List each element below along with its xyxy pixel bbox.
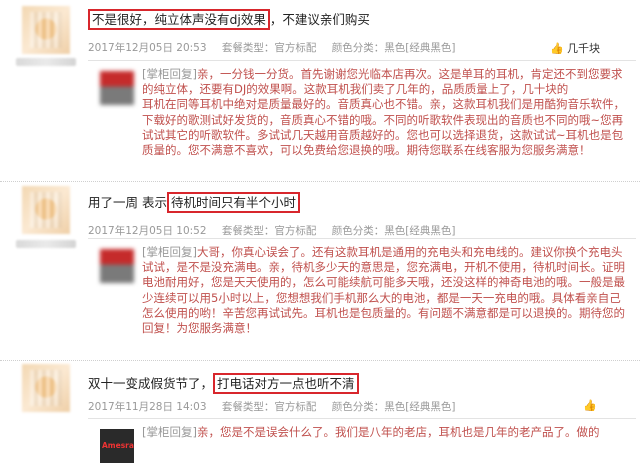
comment-highlight: 待机时间只有半个小时: [166, 192, 300, 213]
comment-text: 用了一周 表示: [88, 195, 167, 210]
color-label: 颜色分类：黑色[经典黑色]: [331, 42, 456, 54]
like-count: 几千块: [567, 42, 600, 55]
review-date: 2017年11月28日 14:03: [88, 401, 207, 413]
reply-body: 大哥，你真心误会了。还有这款耳机是通用的充电头和充电线的。建议你换个充电头试试，…: [142, 245, 625, 336]
thumb-up-icon: 👍: [550, 42, 564, 55]
review-divider: [0, 360, 640, 361]
reply-tag: [掌柜回复]: [142, 245, 197, 259]
comment-text: ，不建议亲们购买: [269, 12, 370, 27]
user-avatar[interactable]: [22, 364, 70, 412]
review-comment: 不是很好，纯立体声没有dj效果 ，不建议亲们购买: [88, 9, 370, 30]
seller-avatar: [100, 249, 134, 283]
like-button[interactable]: 👍 几千块: [550, 40, 600, 56]
review-date: 2017年12月05日 10:52: [88, 225, 207, 237]
like-button[interactable]: 👍: [583, 399, 600, 412]
review-date: 2017年12月05日 20:53: [88, 42, 207, 54]
review-meta: 2017年12月05日 10:52 套餐类型：官方标配 颜色分类：黑色[经典黑色…: [88, 223, 467, 238]
reply-body: 亲，一分钱一分货。首先谢谢您光临本店再次。这是单耳的耳机，肯定还不到您要求的纯立…: [142, 67, 625, 158]
user-avatar[interactable]: [22, 186, 70, 234]
reply-tag: [掌柜回复]: [142, 67, 197, 81]
service-label: 套餐类型：官方标配: [221, 401, 317, 413]
review-meta: 2017年12月05日 20:53 套餐类型：官方标配 颜色分类：黑色[经典黑色…: [88, 40, 467, 55]
review-comment: 用了一周 表示 待机时间只有半个小时: [88, 192, 300, 213]
username-blurred: [16, 58, 76, 66]
thumb-up-icon: 👍: [583, 399, 597, 412]
color-label: 颜色分类：黑色[经典黑色]: [331, 225, 456, 237]
service-label: 套餐类型：官方标配: [221, 225, 317, 237]
reply-tag: [掌柜回复]: [142, 425, 197, 439]
seller-reply: [掌柜回复]大哥，你真心误会了。还有这款耳机是通用的充电头和充电线的。建议你换个…: [88, 238, 636, 351]
comment-highlight: 不是很好，纯立体声没有dj效果: [88, 9, 270, 30]
username-blurred: [16, 240, 76, 248]
seller-reply: [掌柜回复]亲，一分钱一分货。首先谢谢您光临本店再次。这是单耳的耳机，肯定还不到…: [88, 60, 636, 179]
comment-highlight: 打电话对方一点也听不清: [213, 373, 359, 394]
color-label: 颜色分类：黑色[经典黑色]: [331, 401, 456, 413]
reply-text: [掌柜回复]大哥，你真心误会了。还有这款耳机是通用的充电头和充电线的。建议你换个…: [142, 245, 628, 336]
reply-text: [掌柜回复]亲，您是不是误会什么了。我们是八年的老店，耳机也是几年的老产品了。做…: [142, 425, 628, 440]
seller-avatar: Amesra: [100, 429, 134, 463]
reply-body: 亲，您是不是误会什么了。我们是八年的老店，耳机也是几年的老产品了。做的: [196, 425, 600, 439]
seller-avatar: [100, 71, 134, 105]
service-label: 套餐类型：官方标配: [221, 42, 317, 54]
seller-reply: Amesra [掌柜回复]亲，您是不是误会什么了。我们是八年的老店，耳机也是几年…: [88, 418, 636, 463]
user-avatar[interactable]: [22, 6, 70, 54]
review-meta: 2017年11月28日 14:03 套餐类型：官方标配 颜色分类：黑色[经典黑色…: [88, 399, 467, 414]
seller-brand-logo: Amesra: [102, 441, 134, 450]
review-comment: 双十一变成假货节了， 打电话对方一点也听不清: [88, 373, 359, 394]
review-divider: [0, 181, 640, 182]
comment-text: 双十一变成假货节了，: [88, 376, 214, 391]
reply-text: [掌柜回复]亲，一分钱一分货。首先谢谢您光临本店再次。这是单耳的耳机，肯定还不到…: [142, 67, 628, 158]
